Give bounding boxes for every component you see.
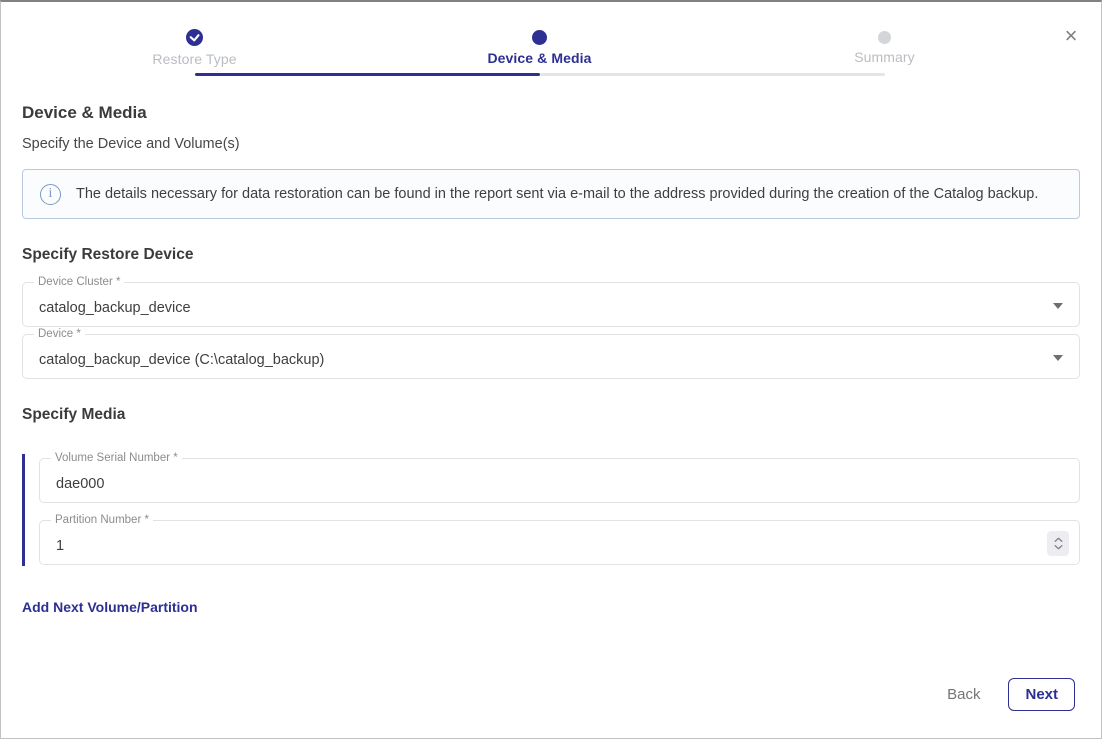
restore-wizard-dialog: × Restore Type Device & Media Summary De… [0, 0, 1102, 739]
wizard-content: Device & Media Specify the Device and Vo… [1, 103, 1101, 617]
device-label: Device * [34, 328, 85, 341]
step-label-device-media: Device & Media [367, 50, 712, 66]
wizard-stepper: Restore Type Device & Media Summary [22, 29, 1057, 79]
stepper-connector-upcoming [540, 73, 885, 76]
partition-number-label: Partition Number * [51, 514, 153, 527]
step-label-restore-type: Restore Type [22, 51, 367, 67]
volume-partition-group: Volume Serial Number * Partition Number … [22, 454, 1080, 566]
section-title-restore-device: Specify Restore Device [22, 246, 1080, 264]
page-subtitle: Specify the Device and Volume(s) [22, 136, 1080, 152]
step-label-summary: Summary [712, 49, 1057, 65]
check-circle-icon [186, 29, 203, 46]
info-icon: i [40, 184, 61, 205]
info-banner-text: The details necessary for data restorati… [76, 186, 1038, 202]
stepper-step-restore-type[interactable]: Restore Type [22, 29, 367, 67]
volume-serial-input[interactable] [56, 476, 1023, 492]
device-value: catalog_backup_device (C:\catalog_backup… [39, 352, 324, 368]
restore-device-fields: Device Cluster * catalog_backup_device D… [22, 282, 1080, 379]
dropdown-arrow-icon[interactable] [1053, 355, 1063, 361]
partition-number-field[interactable]: Partition Number * [39, 520, 1080, 565]
device-cluster-value: catalog_backup_device [39, 300, 191, 316]
number-stepper-icon[interactable] [1047, 531, 1069, 556]
device-select[interactable]: Device * catalog_backup_device (C:\catal… [22, 334, 1080, 379]
stepper-step-summary: Summary [712, 29, 1057, 65]
dropdown-arrow-icon[interactable] [1053, 303, 1063, 309]
device-cluster-label: Device Cluster * [34, 276, 124, 289]
volume-serial-label: Volume Serial Number * [51, 452, 182, 465]
section-title-media: Specify Media [22, 406, 1080, 424]
volume-serial-field[interactable]: Volume Serial Number * [39, 458, 1080, 503]
stepper-connector-completed [195, 73, 540, 76]
next-button[interactable]: Next [1008, 678, 1075, 711]
upcoming-step-dot-icon [878, 29, 891, 46]
partition-number-input[interactable] [56, 538, 1023, 554]
active-step-dot-icon [532, 29, 547, 46]
stepper-step-device-media[interactable]: Device & Media [367, 29, 712, 66]
device-cluster-select[interactable]: Device Cluster * catalog_backup_device [22, 282, 1080, 327]
wizard-footer: Back Next [947, 678, 1075, 711]
info-banner: i The details necessary for data restora… [22, 169, 1080, 219]
close-icon[interactable]: × [1059, 24, 1083, 48]
add-volume-partition-link[interactable]: Add Next Volume/Partition [22, 599, 198, 615]
page-title: Device & Media [22, 103, 1080, 123]
back-button[interactable]: Back [947, 686, 980, 703]
